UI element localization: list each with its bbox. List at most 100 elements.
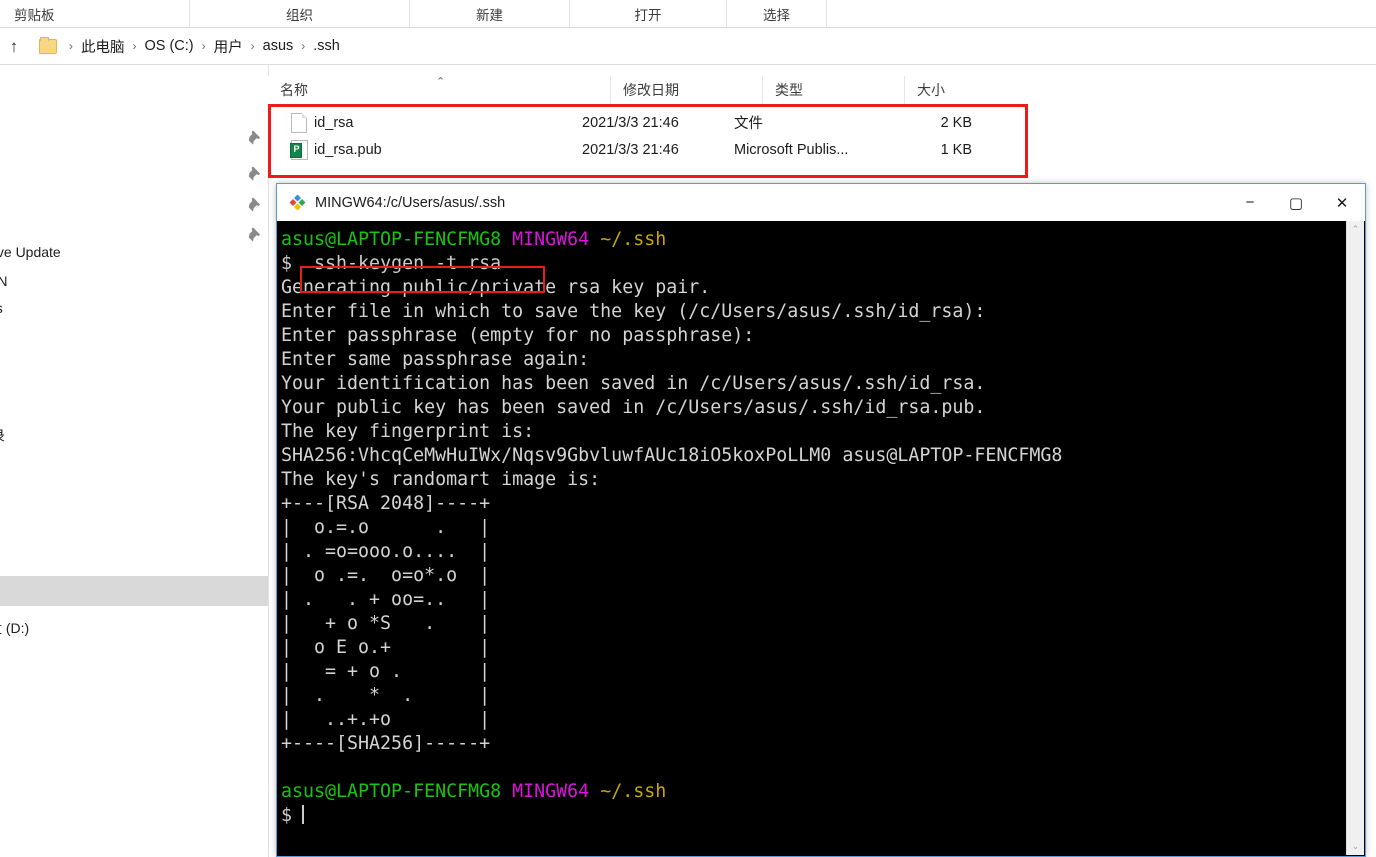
publisher-icon-letter: P bbox=[293, 143, 300, 154]
ribbon-group-bar: 剪贴板 组织 新建 打开 选择 bbox=[0, 0, 1376, 28]
randomart-line: | + o *S . | bbox=[281, 613, 491, 634]
file-date: 2021/3/3 21:46 bbox=[582, 141, 679, 158]
nav-item-4[interactable]: 录 bbox=[0, 425, 259, 447]
file-name[interactable]: id_rsa.pub bbox=[314, 142, 582, 158]
column-header-size-label: 大小 bbox=[917, 82, 945, 98]
nav-item-2[interactable]: gs bbox=[0, 297, 256, 319]
address-bar: ↑ › 此电脑 › OS (C:) › 用户 › asus › .ssh bbox=[0, 28, 1376, 65]
terminal-output-line: Your public key has been saved in /c/Use… bbox=[281, 397, 986, 418]
column-header-type-label: 类型 bbox=[775, 82, 803, 98]
text-cursor bbox=[302, 805, 305, 824]
minimize-button[interactable]: − bbox=[1227, 184, 1273, 221]
nav-item-0[interactable]: Live Update bbox=[0, 241, 254, 263]
table-row[interactable]: id_rsa 2021/3/3 21:46 文件 2 KB bbox=[270, 109, 1028, 136]
close-button[interactable]: ✕ bbox=[1319, 184, 1365, 221]
terminal-input-line[interactable]: $ bbox=[281, 804, 1348, 828]
column-header-name[interactable]: 名称 ⌃ bbox=[268, 76, 610, 104]
column-header-size[interactable]: 大小 bbox=[904, 76, 1010, 104]
prompt-shell: MINGW64 bbox=[512, 781, 590, 802]
nav-item-7[interactable]: ) bbox=[0, 654, 261, 676]
terminal-output-area[interactable]: asus@LAPTOP-FENCFMG8 MINGW64 ~/.ssh $ ss… bbox=[278, 221, 1348, 855]
mingw64-terminal-window[interactable]: MINGW64:/c/Users/asus/.ssh − ▢ ✕ asus@LA… bbox=[276, 183, 1366, 857]
ribbon-group-empty bbox=[827, 0, 1376, 27]
prompt-symbol: $ bbox=[281, 253, 293, 274]
randomart-line: | . =o=ooo.o.... | bbox=[281, 541, 491, 562]
randomart-line: | o E o.+ | bbox=[281, 637, 491, 658]
randomart-line: | ..+.+o | bbox=[281, 709, 491, 730]
column-header-date[interactable]: 修改日期 bbox=[610, 76, 762, 104]
prompt-user-host: asus@LAPTOP-FENCFMG8 bbox=[281, 229, 502, 250]
git-bash-logo-icon bbox=[289, 194, 306, 211]
ribbon-group-open[interactable]: 打开 bbox=[570, 0, 727, 27]
prompt-user-host: asus@LAPTOP-FENCFMG8 bbox=[281, 781, 502, 802]
nav-item-1[interactable]: VN bbox=[0, 270, 256, 292]
terminal-command: ssh-keygen -t rsa bbox=[314, 253, 502, 274]
nav-item-8[interactable]: ) bbox=[0, 684, 261, 706]
folder-icon bbox=[39, 36, 57, 54]
terminal-output-line: Enter same passphrase again: bbox=[281, 349, 590, 370]
file-date: 2021/3/3 21:46 bbox=[582, 114, 679, 131]
nav-item-6[interactable]: 盘 (D:) bbox=[0, 617, 256, 639]
terminal-title-bar[interactable]: MINGW64:/c/Users/asus/.ssh − ▢ ✕ bbox=[277, 184, 1365, 221]
file-list-column-headers: 名称 ⌃ 修改日期 类型 大小 bbox=[268, 76, 1010, 105]
file-type: 文件 bbox=[734, 116, 763, 132]
randomart-line: | o .=. o=o*.o | bbox=[281, 565, 491, 586]
table-row[interactable]: P id_rsa.pub 2021/3/3 21:46 Microsoft Pu… bbox=[270, 136, 1028, 163]
breadcrumb-item-4[interactable]: .ssh bbox=[313, 38, 340, 54]
file-name[interactable]: id_rsa bbox=[314, 115, 582, 131]
ribbon-group-organize[interactable]: 组织 bbox=[190, 0, 410, 27]
file-list[interactable]: id_rsa 2021/3/3 21:46 文件 2 KB P id_rsa.p… bbox=[270, 106, 1028, 176]
maximize-button[interactable]: ▢ bbox=[1273, 184, 1319, 221]
randomart-line: | = + o . | bbox=[281, 661, 491, 682]
terminal-prompt-line: asus@LAPTOP-FENCFMG8 MINGW64 ~/.ssh bbox=[281, 228, 1348, 252]
column-header-name-label: 名称 bbox=[280, 82, 308, 98]
terminal-output-line: The key fingerprint is: bbox=[281, 421, 535, 442]
randomart-line: | . . + oo=.. | bbox=[281, 589, 491, 610]
breadcrumb-separator-0: › bbox=[69, 39, 73, 53]
scroll-down-icon[interactable]: ⌄ bbox=[1347, 838, 1364, 855]
breadcrumb-item-0[interactable]: 此电脑 bbox=[81, 36, 125, 57]
randomart-line: +---[RSA 2048]----+ bbox=[281, 493, 491, 514]
nav-item-3[interactable]: e bbox=[0, 362, 259, 384]
up-one-level-button[interactable]: ↑ bbox=[1, 33, 27, 59]
terminal-command-line: $ ssh-keygen -t rsa bbox=[281, 252, 1348, 276]
column-header-date-label: 修改日期 bbox=[623, 82, 679, 98]
randomart-line: +----[SHA256]-----+ bbox=[281, 733, 491, 754]
breadcrumb[interactable]: › 此电脑 › OS (C:) › 用户 › asus › .ssh bbox=[33, 33, 1376, 59]
column-header-type[interactable]: 类型 bbox=[762, 76, 904, 104]
sort-ascending-icon: ⌃ bbox=[436, 76, 446, 88]
breadcrumb-separator-4: › bbox=[301, 39, 306, 53]
randomart-line: | . * . | bbox=[281, 685, 491, 706]
navigation-pane[interactable]: Live Update VN gs e 录 盘 (D:) ) ) bbox=[0, 65, 269, 857]
breadcrumb-item-2[interactable]: 用户 bbox=[214, 36, 243, 57]
ribbon-group-select[interactable]: 选择 bbox=[727, 0, 827, 27]
ribbon-group-new[interactable]: 新建 bbox=[410, 0, 570, 27]
publisher-file-icon: P bbox=[288, 139, 310, 160]
file-size: 2 KB bbox=[940, 114, 972, 131]
blank-file-icon bbox=[288, 112, 310, 133]
terminal-title: MINGW64:/c/Users/asus/.ssh bbox=[315, 194, 506, 211]
breadcrumb-separator-3: › bbox=[250, 39, 255, 53]
terminal-output-line: Generating public/private rsa key pair. bbox=[281, 277, 711, 298]
terminal-scrollbar[interactable]: ⌃ ⌄ bbox=[1346, 221, 1364, 855]
terminal-output-line: Enter file in which to save the key (/c/… bbox=[281, 301, 986, 322]
file-type: Microsoft Publis... bbox=[734, 141, 849, 158]
prompt-symbol: $ bbox=[281, 805, 293, 826]
breadcrumb-item-1[interactable]: OS (C:) bbox=[145, 38, 194, 54]
breadcrumb-separator-1: › bbox=[132, 39, 137, 53]
prompt-cwd: ~/.ssh bbox=[600, 229, 667, 250]
terminal-fingerprint-line: SHA256:VhcqCeMwHuIWx/Nqsv9GbvluwfAUc18iO… bbox=[281, 445, 1063, 466]
randomart-line: | o.=.o . | bbox=[281, 517, 491, 538]
breadcrumb-item-3[interactable]: asus bbox=[263, 38, 294, 54]
prompt-cwd: ~/.ssh bbox=[600, 781, 667, 802]
nav-item-5-selected[interactable] bbox=[0, 576, 268, 606]
file-size: 1 KB bbox=[940, 141, 972, 158]
breadcrumb-separator-2: › bbox=[201, 39, 206, 53]
terminal-output-line: Your identification has been saved in /c… bbox=[281, 373, 986, 394]
ribbon-group-clipboard[interactable]: 剪贴板 bbox=[0, 0, 190, 27]
scroll-up-icon[interactable]: ⌃ bbox=[1347, 221, 1364, 238]
terminal-output-line: The key's randomart image is: bbox=[281, 469, 601, 490]
terminal-prompt-line: asus@LAPTOP-FENCFMG8 MINGW64 ~/.ssh bbox=[281, 780, 1348, 804]
window-controls: − ▢ ✕ bbox=[1227, 184, 1365, 221]
